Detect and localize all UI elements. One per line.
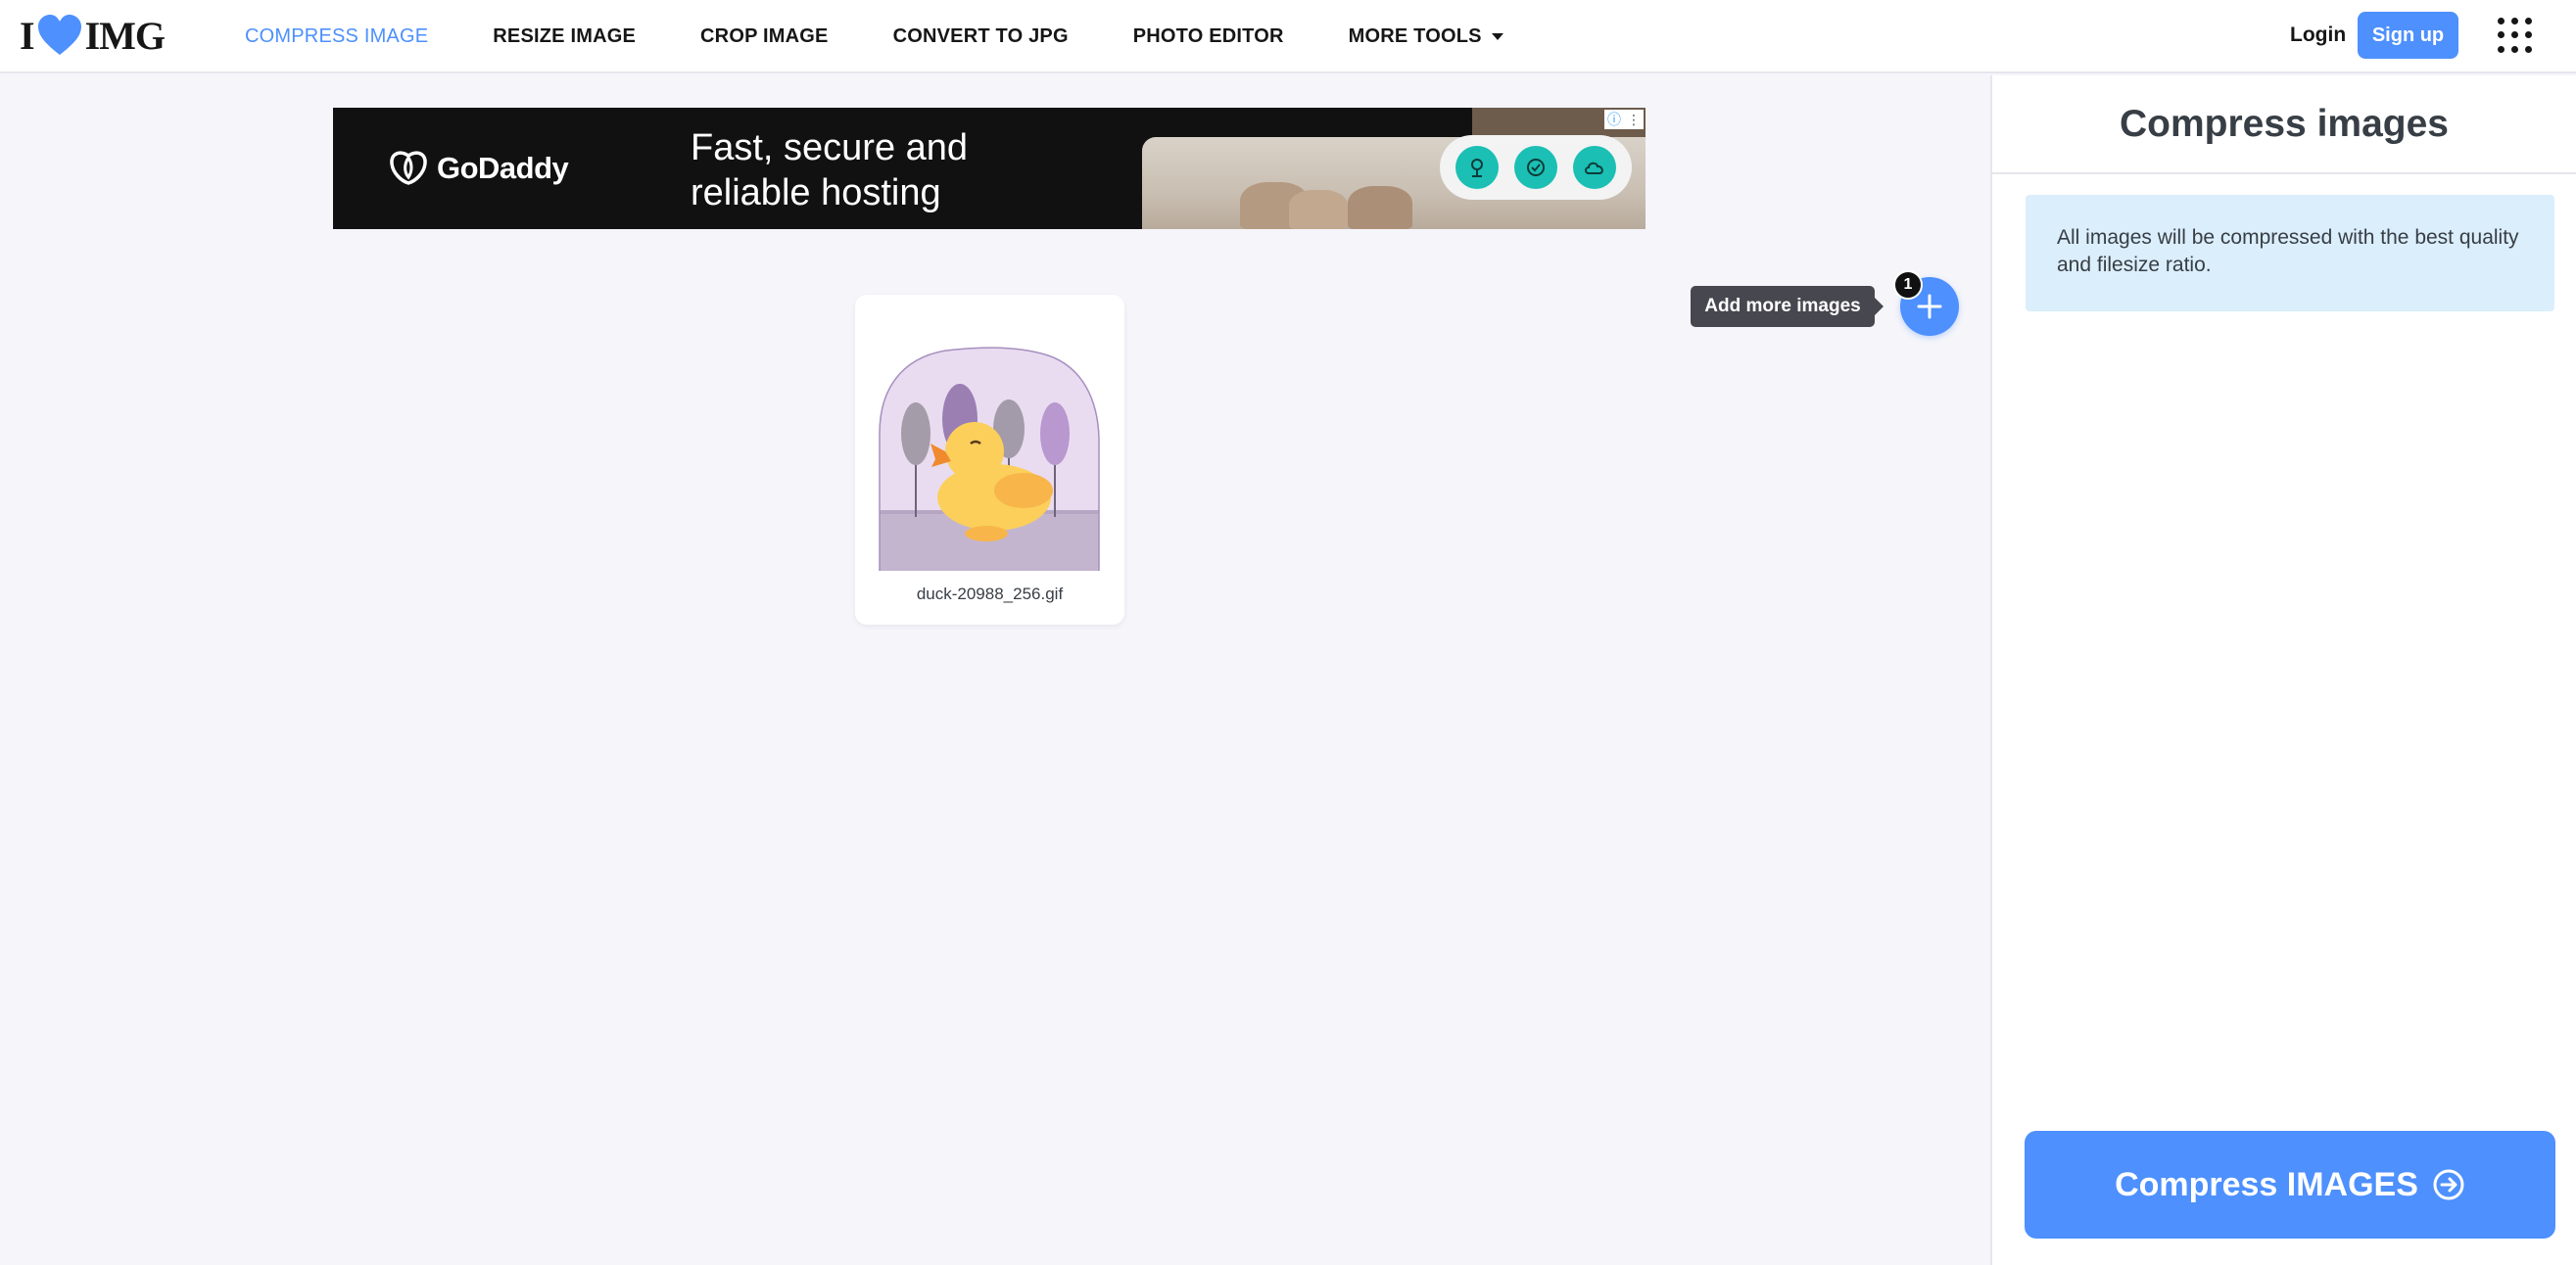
options-sidebar: Compress images All images will be compr… xyxy=(1990,75,2576,1265)
login-link[interactable]: Login xyxy=(2290,23,2346,47)
nav-compress-image[interactable]: COMPRESS IMAGE xyxy=(245,25,428,48)
ad-feature-pill xyxy=(1440,135,1632,200)
caret-down-icon xyxy=(1492,33,1503,40)
ad-brand-name: GoDaddy xyxy=(437,151,568,186)
plus-icon xyxy=(1916,293,1943,320)
ad-badge-icon xyxy=(1514,146,1557,189)
arrow-right-circle-icon xyxy=(2432,1168,2465,1201)
ad-info-icon[interactable]: ⓘ⋮ xyxy=(1604,110,1644,129)
heart-icon xyxy=(36,14,83,57)
file-name: duck-20988_256.gif xyxy=(855,585,1124,604)
ad-headline-line-2: reliable hosting xyxy=(691,170,968,215)
file-card[interactable]: duck-20988_256.gif xyxy=(855,295,1124,625)
iloveimg-logo[interactable]: I IMG xyxy=(20,12,165,59)
sidebar-title: Compress images xyxy=(1992,103,2576,146)
top-header: I IMG COMPRESS IMAGE RESIZE IMAGE CROP I… xyxy=(0,0,2576,73)
ad-cloud-icon xyxy=(1573,146,1616,189)
nav-more-tools-label: MORE TOOLS xyxy=(1349,25,1482,48)
file-count-badge: 1 xyxy=(1893,270,1923,300)
logo-text-left: I xyxy=(20,13,34,59)
ad-headline-line-1: Fast, secure and xyxy=(691,125,968,170)
sidebar-divider xyxy=(1992,172,2576,174)
file-thumbnail xyxy=(877,346,1102,571)
ad-headline: Fast, secure and reliable hosting xyxy=(691,125,968,215)
nav-resize-image[interactable]: RESIZE IMAGE xyxy=(493,25,636,48)
ad-location-icon xyxy=(1455,146,1499,189)
signup-button[interactable]: Sign up xyxy=(2358,12,2458,59)
ad-brand-logo: GoDaddy xyxy=(388,147,568,190)
logo-text-right: IMG xyxy=(85,13,165,59)
add-more-tooltip: Add more images xyxy=(1691,286,1875,327)
nav-more-tools[interactable]: MORE TOOLS xyxy=(1349,25,1503,48)
nav-crop-image[interactable]: CROP IMAGE xyxy=(700,25,829,48)
nav-photo-editor[interactable]: PHOTO EDITOR xyxy=(1133,25,1284,48)
compress-button-label: Compress IMAGES xyxy=(2115,1166,2418,1204)
info-box: All images will be compressed with the b… xyxy=(2026,195,2554,311)
nav-convert-to-jpg[interactable]: CONVERT TO JPG xyxy=(893,25,1069,48)
grid-menu-icon[interactable] xyxy=(2498,18,2533,53)
ad-banner[interactable]: GoDaddy Fast, secure and reliable hostin… xyxy=(333,108,1646,229)
main-nav: COMPRESS IMAGE RESIZE IMAGE CROP IMAGE C… xyxy=(245,0,1568,73)
compress-images-button[interactable]: Compress IMAGES xyxy=(2025,1131,2555,1239)
godaddy-logo-icon xyxy=(388,148,429,189)
